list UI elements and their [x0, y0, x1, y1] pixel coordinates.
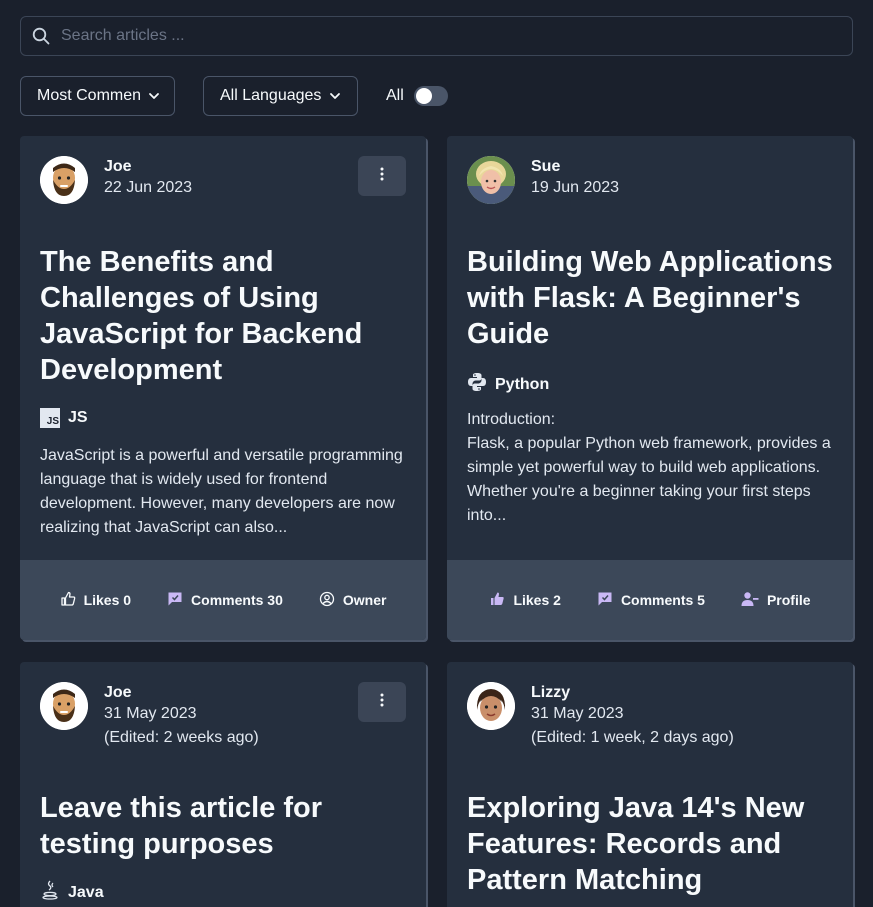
search-input[interactable] — [61, 27, 852, 45]
comments-button[interactable]: Comments 30 — [167, 591, 283, 610]
author-meta: Sue 19 Jun 2023 — [531, 158, 619, 204]
more-options-button[interactable] — [358, 156, 406, 196]
excerpt-body: Flask, a popular Python web framework, p… — [467, 435, 831, 524]
filters-bar: Most Commen All Languages All — [20, 76, 448, 116]
articles-page: Most Commen All Languages All — [0, 0, 873, 907]
more-options-button[interactable] — [358, 682, 406, 722]
kebab-menu-icon — [380, 167, 384, 186]
toggle-knob — [415, 88, 432, 104]
avatar[interactable] — [467, 682, 515, 730]
chevron-down-icon — [148, 87, 160, 105]
post-date: 22 Jun 2023 — [104, 179, 193, 196]
owner-button[interactable]: Owner — [319, 591, 387, 610]
language-select-label: All Languages — [220, 87, 322, 104]
comments-count: Comments 5 — [620, 592, 705, 608]
author-name[interactable]: Sue — [531, 158, 619, 176]
java-icon — [40, 880, 60, 905]
avatar[interactable] — [40, 156, 88, 204]
avatar[interactable] — [40, 682, 88, 730]
owner-label: Owner — [342, 592, 387, 608]
card-header: Lizzy 31 May 2023 (Edited: 1 week, 2 day… — [467, 682, 734, 750]
article-title[interactable]: Leave this article for testing purposes — [40, 790, 406, 862]
thumbs-up-filled-icon — [489, 591, 505, 610]
language-label: JS — [68, 409, 88, 426]
card-header: Sue 19 Jun 2023 — [467, 156, 619, 204]
chevron-down-icon — [329, 87, 341, 105]
article-title[interactable]: Building Web Applications with Flask: A … — [467, 244, 833, 352]
language-label: Java — [68, 883, 104, 901]
all-toggle[interactable] — [413, 86, 448, 106]
search-bar[interactable] — [20, 16, 853, 56]
language-tag: Python — [467, 372, 549, 397]
article-card[interactable]: Lizzy 31 May 2023 (Edited: 1 week, 2 day… — [447, 662, 853, 907]
thumbs-up-outline-icon — [60, 591, 76, 610]
user-minus-icon — [741, 591, 759, 610]
avatar[interactable] — [467, 156, 515, 204]
likes-count: Likes 2 — [513, 592, 561, 608]
article-card[interactable]: Sue 19 Jun 2023 Building Web Application… — [447, 136, 853, 640]
like-button[interactable]: Likes 2 — [489, 591, 561, 610]
language-select[interactable]: All Languages — [203, 76, 358, 116]
post-date: 31 May 2023 — [531, 705, 624, 722]
excerpt-intro: Introduction: — [467, 411, 556, 428]
all-toggle-group: All — [386, 86, 448, 106]
kebab-menu-icon — [380, 693, 384, 712]
author-name[interactable]: Joe — [104, 684, 259, 702]
edited-note: (Edited: 1 week, 2 days ago) — [531, 729, 734, 746]
article-card[interactable]: Joe 31 May 2023 (Edited: 2 weeks ago) Le… — [20, 662, 426, 907]
author-name[interactable]: Joe — [104, 158, 192, 176]
comment-icon — [597, 591, 613, 610]
card-footer: Likes 0 Comments 30 Owner — [20, 560, 426, 640]
python-icon — [467, 372, 487, 397]
author-meta: Joe 31 May 2023 (Edited: 2 weeks ago) — [104, 684, 259, 750]
profile-button[interactable]: Profile — [741, 591, 811, 610]
article-card[interactable]: Joe 22 Jun 2023 The Benefits and Challen… — [20, 136, 426, 640]
author-meta: Lizzy 31 May 2023 (Edited: 1 week, 2 day… — [531, 684, 734, 750]
post-date: 19 Jun 2023 — [531, 179, 620, 196]
card-header: Joe 31 May 2023 (Edited: 2 weeks ago) — [40, 682, 259, 750]
sort-select-label: Most Commen — [37, 87, 140, 104]
author-meta: Joe 22 Jun 2023 — [104, 158, 192, 204]
comment-icon — [167, 591, 183, 610]
card-footer: Likes 2 Comments 5 Profile — [447, 560, 853, 640]
likes-count: Likes 0 — [83, 592, 132, 608]
article-title[interactable]: The Benefits and Challenges of Using Jav… — [40, 244, 406, 388]
language-label: Python — [495, 375, 550, 393]
javascript-icon: JS — [40, 408, 60, 428]
post-date: 31 May 2023 — [104, 705, 197, 722]
search-icon — [21, 27, 61, 45]
sort-select[interactable]: Most Commen — [20, 76, 175, 116]
article-excerpt: Introduction: Flask, a popular Python we… — [467, 408, 833, 528]
all-toggle-label: All — [386, 87, 404, 104]
language-tag: JS JS — [40, 408, 88, 428]
article-excerpt: JavaScript is a powerful and versatile p… — [40, 447, 403, 536]
comments-count: Comments 30 — [191, 592, 283, 608]
user-circle-icon — [319, 591, 335, 610]
edited-note: (Edited: 2 weeks ago) — [104, 729, 259, 746]
like-button[interactable]: Likes 0 — [60, 591, 131, 610]
card-header: Joe 22 Jun 2023 — [40, 156, 192, 204]
author-name[interactable]: Lizzy — [531, 684, 734, 702]
language-tag: Java — [40, 880, 104, 905]
profile-label: Profile — [766, 592, 811, 608]
article-title[interactable]: Exploring Java 14's New Features: Record… — [467, 790, 833, 898]
comments-button[interactable]: Comments 5 — [597, 591, 705, 610]
